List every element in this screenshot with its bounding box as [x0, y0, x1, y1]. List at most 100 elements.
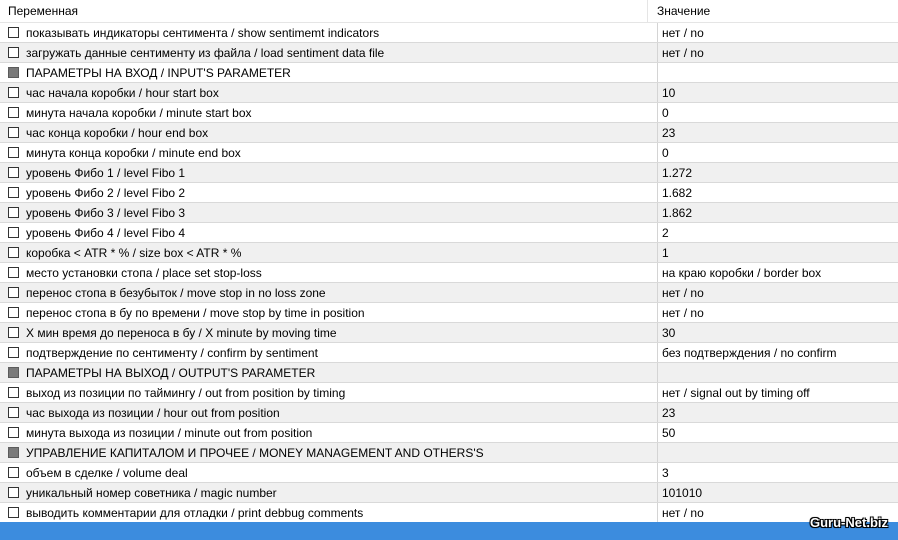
- row-checkbox[interactable]: [8, 107, 19, 118]
- row-checkbox[interactable]: [8, 167, 19, 178]
- variable-label: минута конца коробки / minute end box: [26, 145, 241, 160]
- variable-label: X мин время до переноса в бу / X minute …: [26, 325, 337, 340]
- variable-cell: выход из позиции по таймингу / out from …: [0, 383, 658, 402]
- row-checkbox[interactable]: [8, 87, 19, 98]
- table-row[interactable]: объем в сделке / volume deal 3: [0, 463, 898, 483]
- value-cell[interactable]: нет / no: [658, 303, 898, 322]
- table-row[interactable]: X мин время до переноса в бу / X minute …: [0, 323, 898, 343]
- row-checkbox[interactable]: [8, 387, 19, 398]
- variable-cell: выводить комментарии для отладки / print…: [0, 503, 658, 522]
- row-checkbox[interactable]: [8, 247, 19, 258]
- variable-label: перенос стопа в бу по времени / move sto…: [26, 305, 365, 320]
- row-checkbox[interactable]: [8, 307, 19, 318]
- row-checkbox[interactable]: [8, 287, 19, 298]
- row-checkbox[interactable]: [8, 147, 19, 158]
- variable-label: час выхода из позиции / hour out from po…: [26, 405, 280, 420]
- table-row[interactable]: коробка < ATR * % / size box < ATR * % 1: [0, 243, 898, 263]
- row-checkbox[interactable]: [8, 47, 19, 58]
- value-cell[interactable]: 50: [658, 423, 898, 442]
- table-row[interactable]: минута начала коробки / minute start box…: [0, 103, 898, 123]
- section-label: ПАРАМЕТРЫ НА ВЫХОД / OUTPUT'S PARAMETER: [26, 365, 316, 380]
- table-body: показывать индикаторы сентимента / show …: [0, 23, 898, 523]
- table-row[interactable]: минута выхода из позиции / minute out fr…: [0, 423, 898, 443]
- row-checkbox[interactable]: [8, 327, 19, 338]
- variable-label: коробка < ATR * % / size box < ATR * %: [26, 245, 242, 260]
- value-cell[interactable]: 23: [658, 123, 898, 142]
- row-checkbox[interactable]: [8, 407, 19, 418]
- section-checkbox[interactable]: [8, 447, 19, 458]
- value-cell[interactable]: на краю коробки / border box: [658, 263, 898, 282]
- value-cell[interactable]: [658, 63, 898, 82]
- footer-bar: [0, 522, 898, 540]
- table-row[interactable]: уровень Фибо 1 / level Fibo 1 1.272: [0, 163, 898, 183]
- value-cell[interactable]: [658, 363, 898, 382]
- section-row[interactable]: УПРАВЛЕНИЕ КАПИТАЛОМ И ПРОЧЕЕ / MONEY MA…: [0, 443, 898, 463]
- value-cell[interactable]: 0: [658, 143, 898, 162]
- value-cell[interactable]: 23: [658, 403, 898, 422]
- value-cell[interactable]: нет / no: [658, 23, 898, 42]
- table-row[interactable]: минута конца коробки / minute end box 0: [0, 143, 898, 163]
- variable-label: уровень Фибо 3 / level Fibo 3: [26, 205, 186, 220]
- row-checkbox[interactable]: [8, 207, 19, 218]
- variable-cell: ПАРАМЕТРЫ НА ВЫХОД / OUTPUT'S PARAMETER: [0, 363, 658, 382]
- variable-cell: перенос стопа в бу по времени / move sto…: [0, 303, 658, 322]
- value-cell[interactable]: нет / no: [658, 43, 898, 62]
- table-row[interactable]: подтверждение по сентименту / confirm by…: [0, 343, 898, 363]
- value-cell[interactable]: 1.272: [658, 163, 898, 182]
- variable-label: уровень Фибо 2 / level Fibo 2: [26, 185, 186, 200]
- row-checkbox[interactable]: [8, 347, 19, 358]
- row-checkbox[interactable]: [8, 487, 19, 498]
- table-row[interactable]: показывать индикаторы сентимента / show …: [0, 23, 898, 43]
- row-checkbox[interactable]: [8, 187, 19, 198]
- section-checkbox[interactable]: [8, 367, 19, 378]
- value-cell[interactable]: 30: [658, 323, 898, 342]
- row-checkbox[interactable]: [8, 267, 19, 278]
- value-cell[interactable]: 1.682: [658, 183, 898, 202]
- row-checkbox[interactable]: [8, 227, 19, 238]
- value-cell[interactable]: 10: [658, 83, 898, 102]
- value-cell[interactable]: [658, 443, 898, 462]
- variable-cell: уровень Фибо 2 / level Fibo 2: [0, 183, 658, 202]
- table-row[interactable]: место установки стопа / place set stop-l…: [0, 263, 898, 283]
- table-row[interactable]: уровень Фибо 3 / level Fibo 3 1.862: [0, 203, 898, 223]
- row-checkbox[interactable]: [8, 427, 19, 438]
- table-row[interactable]: перенос стопа в бу по времени / move sto…: [0, 303, 898, 323]
- table-row[interactable]: уникальный номер советника / magic numbe…: [0, 483, 898, 503]
- variable-cell: уникальный номер советника / magic numbe…: [0, 483, 658, 502]
- table-row[interactable]: час конца коробки / hour end box 23: [0, 123, 898, 143]
- table-row[interactable]: выход из позиции по таймингу / out from …: [0, 383, 898, 403]
- variable-cell: уровень Фибо 4 / level Fibo 4: [0, 223, 658, 242]
- value-cell[interactable]: без подтверждения / no confirm: [658, 343, 898, 362]
- section-row[interactable]: ПАРАМЕТРЫ НА ВЫХОД / OUTPUT'S PARAMETER: [0, 363, 898, 383]
- section-checkbox[interactable]: [8, 67, 19, 78]
- table-row[interactable]: уровень Фибо 4 / level Fibo 4 2: [0, 223, 898, 243]
- row-checkbox[interactable]: [8, 27, 19, 38]
- variable-cell: УПРАВЛЕНИЕ КАПИТАЛОМ И ПРОЧЕЕ / MONEY MA…: [0, 443, 658, 462]
- value-cell[interactable]: 1.862: [658, 203, 898, 222]
- section-label: УПРАВЛЕНИЕ КАПИТАЛОМ И ПРОЧЕЕ / MONEY MA…: [26, 445, 484, 460]
- value-cell[interactable]: 1: [658, 243, 898, 262]
- row-checkbox[interactable]: [8, 467, 19, 478]
- table-row[interactable]: выводить комментарии для отладки / print…: [0, 503, 898, 523]
- table-row[interactable]: час выхода из позиции / hour out from po…: [0, 403, 898, 423]
- row-checkbox[interactable]: [8, 507, 19, 518]
- variable-label: минута начала коробки / minute start box: [26, 105, 252, 120]
- column-header-value[interactable]: Значение: [648, 0, 898, 22]
- value-cell[interactable]: нет / no: [658, 283, 898, 302]
- value-cell[interactable]: 101010: [658, 483, 898, 502]
- value-cell[interactable]: 2: [658, 223, 898, 242]
- value-cell[interactable]: 3: [658, 463, 898, 482]
- variable-label: объем в сделке / volume deal: [26, 465, 188, 480]
- table-row[interactable]: загружать данные сентименту из файла / l…: [0, 43, 898, 63]
- table-row[interactable]: перенос стопа в безубыток / move stop in…: [0, 283, 898, 303]
- value-cell[interactable]: 0: [658, 103, 898, 122]
- column-header-variable[interactable]: Переменная: [0, 0, 648, 22]
- table-row[interactable]: час начала коробки / hour start box 10: [0, 83, 898, 103]
- value-cell[interactable]: нет / signal out by timing off: [658, 383, 898, 402]
- table-row[interactable]: уровень Фибо 2 / level Fibo 2 1.682: [0, 183, 898, 203]
- variable-cell: уровень Фибо 1 / level Fibo 1: [0, 163, 658, 182]
- row-checkbox[interactable]: [8, 127, 19, 138]
- section-row[interactable]: ПАРАМЕТРЫ НА ВХОД / INPUT'S PARAMETER: [0, 63, 898, 83]
- parameters-table: Переменная Значение показывать индикатор…: [0, 0, 898, 523]
- variable-cell: минута конца коробки / minute end box: [0, 143, 658, 162]
